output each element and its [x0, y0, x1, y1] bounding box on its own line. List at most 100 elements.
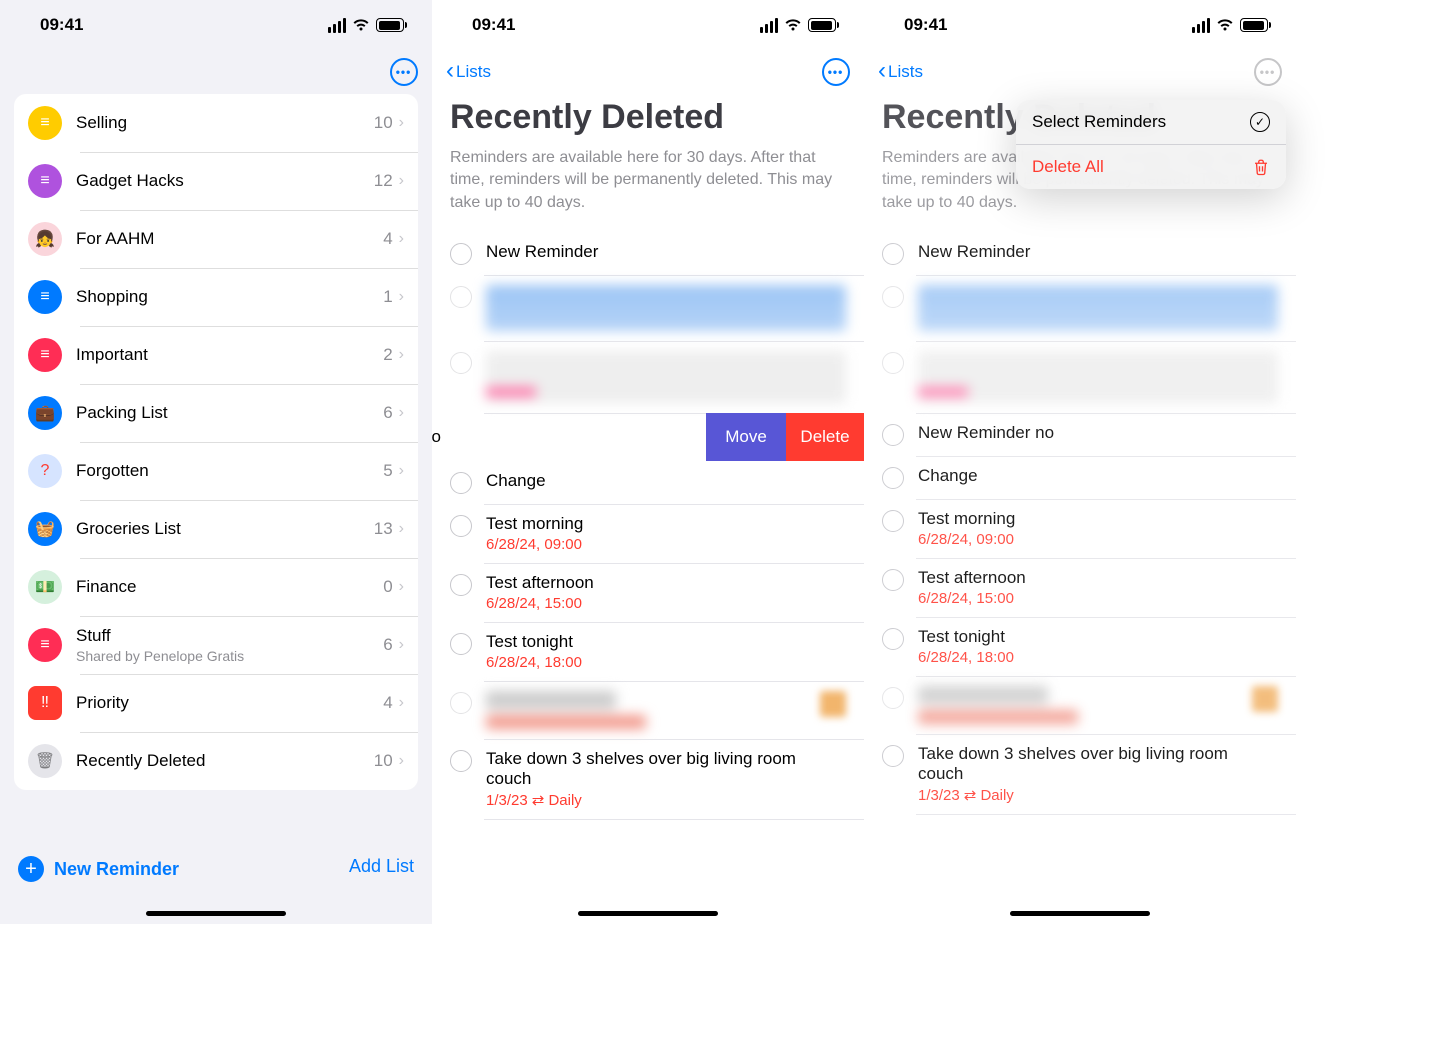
complete-circle[interactable]: [450, 472, 472, 494]
list-row[interactable]: 💼 Packing List 6 ›: [14, 384, 418, 442]
home-indicator: [1010, 911, 1150, 916]
more-button[interactable]: •••: [1254, 58, 1282, 86]
list-icon: 🧺: [28, 512, 62, 546]
complete-circle[interactable]: [450, 750, 472, 772]
list-name: Recently Deleted: [76, 751, 374, 771]
reminder-title: Test afternoon: [486, 573, 846, 593]
phone-deleted-swipe-view: 09:41 ‹Lists ••• Recently Deleted Remind…: [432, 0, 864, 924]
status-icons: [328, 18, 404, 33]
list-icon: ≡: [28, 338, 62, 372]
complete-circle[interactable]: [450, 243, 472, 265]
reminder-title: Take down 3 shelves over big living room…: [918, 744, 1278, 784]
list-row[interactable]: ≡ Stuff Shared by Penelope Gratis 6 ›: [14, 616, 418, 674]
list-icon: ≡: [28, 280, 62, 314]
reminder-row[interactable]: New Reminder no: [864, 413, 1296, 456]
complete-circle[interactable]: [450, 574, 472, 596]
reminder-meta: 1/3/23⇄ Daily: [918, 786, 1278, 804]
reminder-row[interactable]: Test morning 6/28/24, 09:00: [432, 504, 864, 563]
menu-label: Select Reminders: [1032, 112, 1166, 132]
list-name: For AAHM: [76, 229, 383, 249]
reminder-row[interactable]: Take down 3 shelves over big living room…: [864, 734, 1296, 814]
new-reminder-button[interactable]: + New Reminder: [18, 856, 179, 882]
list-count: 4: [383, 693, 392, 713]
list-name: Selling: [76, 113, 374, 133]
chevron-right-icon: ›: [399, 462, 404, 480]
chevron-right-icon: ›: [399, 694, 404, 712]
complete-circle: [882, 286, 904, 308]
more-button[interactable]: •••: [390, 58, 418, 86]
reminder-row[interactable]: Test afternoon 6/28/24, 15:00: [864, 558, 1296, 617]
list-row[interactable]: ? Forgotten 5 ›: [14, 442, 418, 500]
reminder-row[interactable]: Change: [864, 456, 1296, 499]
reminder-row[interactable]: Change: [432, 461, 864, 504]
cell-signal-icon: [328, 18, 346, 33]
menu-delete-all[interactable]: Delete All: [1016, 145, 1286, 189]
list-count: 6: [383, 635, 392, 655]
chevron-right-icon: ›: [399, 230, 404, 248]
more-button[interactable]: •••: [822, 58, 850, 86]
swipe-delete-button[interactable]: Delete: [786, 413, 864, 461]
complete-circle: [450, 352, 472, 374]
list-icon: ‼: [28, 686, 62, 720]
complete-circle[interactable]: [450, 633, 472, 655]
add-list-button[interactable]: Add List: [349, 856, 414, 877]
list-row[interactable]: ‼ Priority 4 ›: [14, 674, 418, 732]
list-row[interactable]: 🧺 Groceries List 13 ›: [14, 500, 418, 558]
list-name: Forgotten: [76, 461, 383, 481]
battery-icon: [376, 18, 404, 32]
plus-icon: +: [18, 856, 44, 882]
list-name: Packing List: [76, 403, 383, 423]
chevron-right-icon: ›: [399, 346, 404, 364]
list-row[interactable]: ≡ Selling 10 ›: [14, 94, 418, 152]
reminder-title: Test tonight: [486, 632, 846, 652]
list-row[interactable]: ≡ Gadget Hacks 12 ›: [14, 152, 418, 210]
reminder-row[interactable]: Test morning 6/28/24, 09:00: [864, 499, 1296, 558]
complete-circle[interactable]: [882, 510, 904, 532]
list-row[interactable]: 👧 For AAHM 4 ›: [14, 210, 418, 268]
reminder-row[interactable]: New Reminder: [432, 232, 864, 275]
wifi-icon: [352, 18, 370, 32]
complete-circle[interactable]: [882, 243, 904, 265]
list-row[interactable]: ≡ Important 2 ›: [14, 326, 418, 384]
list-row[interactable]: ≡ Shopping 1 ›: [14, 268, 418, 326]
list-icon: ≡: [28, 164, 62, 198]
reminder-title: New Reminder no: [918, 423, 1278, 443]
list-count: 0: [383, 577, 392, 597]
list-row[interactable]: 💵 Finance 0 ›: [14, 558, 418, 616]
list-count: 5: [383, 461, 392, 481]
complete-circle[interactable]: [882, 424, 904, 446]
back-label: Lists: [456, 62, 491, 82]
reminder-meta: 6/28/24, 09:00: [918, 531, 1278, 548]
reminder-row[interactable]: Test tonight 6/28/24, 18:00: [864, 617, 1296, 676]
reminder-title: Test morning: [486, 514, 846, 534]
reminder-meta: 6/28/24, 09:00: [486, 536, 846, 553]
reminder-row-swiped[interactable]: no Move Delete: [432, 413, 864, 461]
reminder-title: Change: [486, 471, 846, 491]
back-button[interactable]: ‹Lists: [446, 61, 491, 83]
cell-signal-icon: [760, 18, 778, 33]
battery-icon: [1240, 18, 1268, 32]
complete-circle[interactable]: [882, 628, 904, 650]
reminder-row[interactable]: Take down 3 shelves over big living room…: [432, 739, 864, 819]
chevron-right-icon: ›: [399, 636, 404, 654]
list-row[interactable]: 🗑 Recently Deleted 10 ›: [14, 732, 418, 790]
reminder-row[interactable]: Test afternoon 6/28/24, 15:00: [432, 563, 864, 622]
chevron-right-icon: ›: [399, 114, 404, 132]
list-name: Shopping: [76, 287, 383, 307]
menu-select-reminders[interactable]: Select Reminders ✓: [1016, 100, 1286, 144]
complete-circle[interactable]: [882, 745, 904, 767]
new-reminder-label: New Reminder: [54, 859, 179, 880]
reminder-row[interactable]: Test tonight 6/28/24, 18:00: [432, 622, 864, 681]
swipe-move-button[interactable]: Move: [706, 413, 786, 461]
list-name: Groceries List: [76, 519, 374, 539]
list-count: 10: [374, 113, 393, 133]
complete-circle[interactable]: [882, 467, 904, 489]
list-count: 4: [383, 229, 392, 249]
cell-signal-icon: [1192, 18, 1210, 33]
complete-circle[interactable]: [450, 515, 472, 537]
back-button[interactable]: ‹Lists: [878, 61, 923, 83]
wifi-icon: [1216, 18, 1234, 32]
complete-circle[interactable]: [882, 569, 904, 591]
reminder-row[interactable]: New Reminder: [864, 232, 1296, 275]
status-bar: 09:41: [432, 0, 864, 50]
